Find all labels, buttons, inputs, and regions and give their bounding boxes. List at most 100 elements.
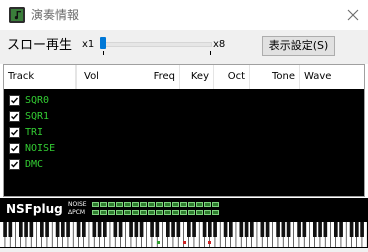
dpcm-meter-label: ΔPCM — [68, 209, 86, 216]
black-key — [113, 222, 118, 237]
track-row-noise: NOISE — [4, 141, 204, 157]
track-row-sqr0: SQR0 — [4, 93, 204, 109]
black-key — [155, 222, 160, 237]
black-key — [297, 222, 301, 237]
speed-slider-thumb[interactable] — [100, 37, 106, 49]
black-key — [103, 222, 107, 237]
black-key — [82, 222, 86, 237]
track-row-tri: TRI — [4, 125, 204, 141]
black-key — [265, 222, 270, 237]
black-key — [61, 222, 65, 237]
slider-ticks — [103, 51, 211, 55]
black-key — [129, 222, 133, 237]
close-button[interactable] — [338, 0, 368, 30]
checkmark-icon — [11, 145, 19, 152]
column-track[interactable]: Track — [4, 65, 76, 89]
window-title: 演奏情報 — [31, 8, 80, 22]
track-checkbox[interactable] — [9, 159, 20, 170]
black-key — [302, 222, 307, 237]
black-key — [8, 222, 13, 237]
noise-meter-label: NOISE — [68, 201, 87, 208]
black-key — [318, 222, 322, 237]
black-key — [213, 222, 217, 237]
track-checkbox[interactable] — [9, 143, 20, 154]
black-key — [134, 222, 139, 237]
table-header: Track Vol Freq Key Oct Tone Wave — [4, 65, 364, 90]
black-key — [202, 222, 207, 237]
black-key — [171, 222, 175, 237]
black-key — [40, 222, 44, 237]
black-key — [76, 222, 81, 237]
track-checkbox[interactable] — [9, 127, 20, 138]
black-key — [97, 222, 102, 237]
display-settings-button[interactable]: 表示設定(S) — [262, 36, 335, 56]
track-label: TRI — [25, 127, 44, 138]
column-vol[interactable]: Vol — [80, 65, 110, 89]
black-key — [360, 222, 364, 237]
track-label: SQR1 — [25, 111, 50, 122]
black-key — [339, 222, 343, 237]
black-key — [118, 222, 123, 237]
black-key — [260, 222, 265, 237]
black-key — [166, 222, 170, 237]
black-key — [334, 222, 338, 237]
dpcm-meter — [92, 210, 220, 215]
checkmark-icon — [11, 97, 19, 104]
checkmark-icon — [11, 113, 19, 120]
black-key — [45, 222, 49, 237]
speed-slider-track[interactable] — [100, 42, 212, 47]
black-key — [192, 222, 196, 237]
black-key — [3, 222, 7, 237]
black-key — [355, 222, 359, 237]
black-key — [349, 222, 354, 237]
track-label: NOISE — [25, 143, 56, 154]
column-key[interactable]: Key — [180, 65, 214, 89]
track-table: Track Vol Freq Key Oct Tone Wave SQR0 SQ… — [3, 64, 365, 197]
close-icon — [347, 9, 359, 21]
track-row-dmc: DMC — [4, 157, 204, 173]
black-key — [176, 222, 181, 237]
piano-keyboard — [0, 220, 368, 248]
piano-keys — [0, 222, 367, 247]
black-key — [286, 222, 291, 237]
music-book-icon — [9, 7, 25, 23]
black-key — [276, 222, 280, 237]
black-key — [244, 222, 249, 237]
key-marker — [157, 241, 160, 244]
key-marker — [183, 241, 186, 244]
status-panel: NSFplug NOISE ΔPCM — [0, 198, 368, 220]
controls-bar: スロー再生 x1 x8 表示設定(S) — [0, 30, 368, 64]
track-label: DMC — [25, 159, 44, 170]
black-key — [139, 222, 144, 237]
black-key — [229, 222, 233, 237]
column-freq[interactable]: Freq — [110, 65, 180, 89]
slider-min-label: x1 — [82, 39, 95, 50]
black-key — [66, 222, 70, 237]
black-key — [208, 222, 212, 237]
checkmark-icon — [11, 161, 19, 168]
black-key — [55, 222, 60, 237]
black-key — [223, 222, 228, 237]
track-checkbox[interactable] — [9, 111, 20, 122]
title-bar: 演奏情報 — [0, 0, 368, 30]
black-key — [239, 222, 244, 237]
track-checkbox[interactable] — [9, 95, 20, 106]
checkmark-icon — [11, 129, 19, 136]
black-key — [19, 222, 23, 237]
slider-max-label: x8 — [213, 39, 226, 50]
black-key — [29, 222, 34, 237]
black-key — [92, 222, 97, 237]
column-divider — [76, 65, 77, 89]
column-tone[interactable]: Tone — [250, 65, 300, 89]
black-key — [187, 222, 191, 237]
black-key — [281, 222, 286, 237]
column-wave[interactable]: Wave — [300, 65, 364, 89]
column-oct[interactable]: Oct — [214, 65, 250, 89]
plugin-name: NSFplug — [6, 202, 63, 216]
track-row-sqr1: SQR1 — [4, 109, 204, 125]
black-key — [313, 222, 317, 237]
black-key — [24, 222, 28, 237]
key-marker — [208, 241, 211, 244]
slow-play-label: スロー再生 — [7, 38, 73, 53]
track-label: SQR0 — [25, 95, 50, 106]
